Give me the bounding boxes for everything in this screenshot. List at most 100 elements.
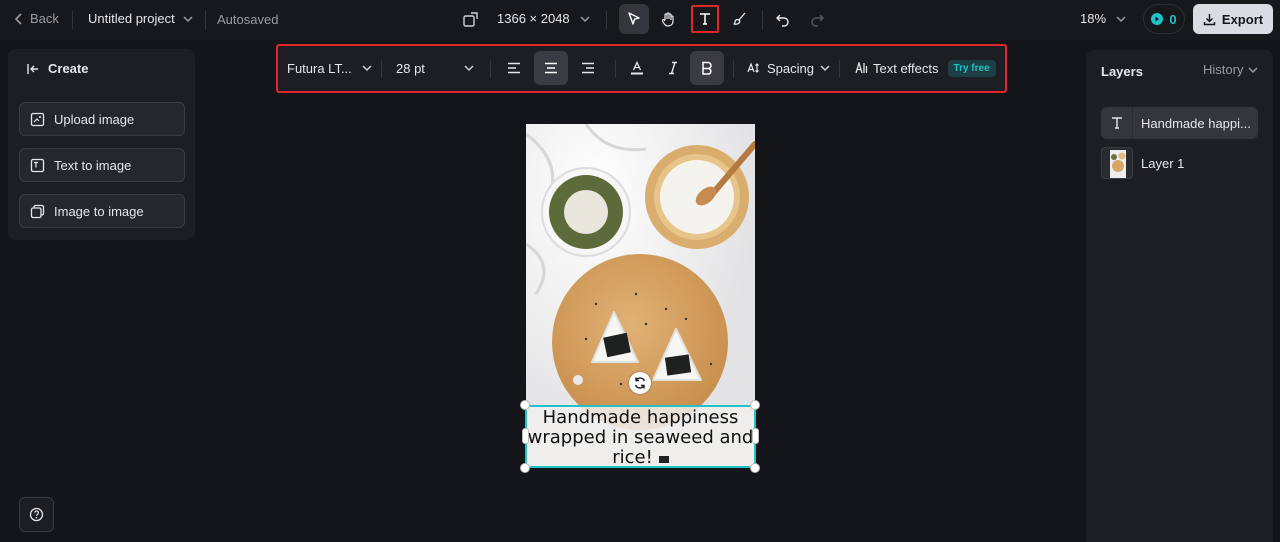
divider (839, 60, 840, 78)
resize-handle-bottom-right[interactable] (750, 463, 760, 473)
resize-handle-bottom-left[interactable] (520, 463, 530, 473)
create-label: Create (48, 61, 89, 76)
divider (733, 60, 734, 78)
divider (490, 60, 491, 78)
divider (381, 60, 382, 78)
history-label: History (1203, 62, 1244, 77)
spacing-label: Spacing (767, 60, 814, 76)
italic-button[interactable] (656, 51, 690, 85)
help-icon (29, 507, 44, 522)
text-effects-icon (855, 62, 868, 74)
bold-button[interactable] (690, 51, 724, 85)
project-name-dropdown[interactable]: Untitled project (88, 11, 193, 26)
align-right-button[interactable] (571, 51, 605, 85)
download-icon (1203, 13, 1216, 26)
layer-item-text[interactable]: Handmade happi... (1101, 107, 1258, 139)
bold-icon (701, 61, 713, 75)
resize-handle-right[interactable] (752, 428, 759, 444)
layers-panel: Layers History Handmade happi... Layer 1 (1086, 50, 1273, 542)
text-to-image-button[interactable]: Text to image (19, 148, 185, 182)
divider (606, 11, 607, 29)
text-color-button[interactable] (620, 51, 654, 85)
chevron-down-icon (183, 15, 193, 23)
credits-button[interactable]: 0 (1143, 4, 1185, 34)
canvas-text-line: wrapped in seaweed and (527, 427, 754, 448)
align-center-button[interactable] (534, 51, 568, 85)
image-to-image-button[interactable]: Image to image (19, 194, 185, 228)
layer-thumbnail (1101, 147, 1133, 179)
project-name: Untitled project (88, 11, 175, 26)
align-right-icon (581, 62, 595, 74)
layers-title: Layers (1101, 64, 1143, 79)
font-size-dropdown[interactable]: 28 pt (396, 50, 474, 86)
align-center-icon (544, 62, 558, 74)
redo-icon (809, 11, 825, 27)
rotate-icon (633, 376, 647, 390)
history-tab[interactable]: History (1203, 62, 1258, 77)
credits-count: 0 (1169, 11, 1177, 27)
upload-image-label: Upload image (54, 111, 135, 127)
canvas-text-line: rice! (612, 447, 653, 468)
align-left-button[interactable] (497, 51, 531, 85)
credits-icon (1151, 13, 1164, 25)
divider (205, 11, 206, 29)
back-label: Back (30, 11, 59, 26)
hand-tool-button[interactable] (653, 4, 683, 34)
onigiri-emoji-icon (658, 453, 669, 463)
zoom-level: 18% (1080, 11, 1107, 26)
upload-image-icon (30, 112, 45, 127)
layer-item-image[interactable]: Layer 1 (1101, 147, 1258, 179)
text-effects-button[interactable]: Text effects Try free (855, 50, 996, 86)
autosave-status: Autosaved (217, 12, 279, 27)
rotate-handle[interactable] (629, 372, 651, 394)
layer-name: Handmade happi... (1141, 115, 1251, 131)
canvas-size: 1366 × 2048 (497, 11, 570, 26)
upload-image-button[interactable]: Upload image (19, 102, 185, 136)
selected-text-box[interactable]: Handmade happiness wrapped in seaweed an… (525, 405, 756, 468)
redo-button[interactable] (802, 4, 832, 34)
chevron-left-icon (14, 12, 24, 25)
resize-handle-left[interactable] (522, 428, 529, 444)
create-panel: Create Upload image Text to image Image … (8, 49, 195, 240)
font-size-value: 28 pt (396, 60, 425, 76)
text-layer-icon (1101, 107, 1133, 139)
text-tool-icon (697, 11, 713, 27)
arrow-left-icon (27, 63, 41, 75)
text-color-icon (630, 61, 644, 75)
canvas-text[interactable]: Handmade happiness wrapped in seaweed an… (527, 408, 754, 468)
hand-icon (660, 11, 676, 27)
chevron-down-icon (1248, 66, 1258, 74)
undo-button[interactable] (768, 4, 798, 34)
text-effects-label: Text effects (873, 60, 939, 76)
font-family-dropdown[interactable]: Futura LT... (287, 50, 372, 86)
italic-icon (667, 61, 679, 75)
chevron-down-icon (820, 64, 830, 72)
canvas-size-dropdown[interactable]: 1366 × 2048 (497, 11, 590, 26)
spacing-dropdown[interactable]: Spacing (747, 50, 830, 86)
create-back-button[interactable]: Create (27, 61, 88, 76)
chevron-down-icon (580, 15, 590, 23)
back-button[interactable]: Back (14, 11, 59, 26)
chevron-down-icon (464, 64, 474, 72)
zoom-dropdown[interactable]: 18% (1080, 11, 1126, 26)
resize-icon[interactable] (462, 10, 480, 28)
image-to-image-label: Image to image (54, 203, 144, 219)
chevron-down-icon (362, 64, 372, 72)
undo-icon (775, 11, 791, 27)
text-toolbar: Futura LT... 28 pt Spacing Text effects … (276, 44, 1007, 93)
brush-icon (732, 11, 748, 27)
help-button[interactable] (19, 497, 54, 532)
try-free-badge: Try free (947, 59, 996, 77)
canvas-text-line: Handmade happiness (542, 407, 739, 428)
align-left-icon (507, 62, 521, 74)
divider (762, 11, 763, 29)
spacing-icon (747, 61, 761, 75)
layer-name: Layer 1 (1141, 155, 1185, 171)
select-tool-button[interactable] (619, 4, 649, 34)
brush-tool-button[interactable] (725, 4, 755, 34)
resize-handle-top-left[interactable] (520, 400, 530, 410)
export-button[interactable]: Export (1193, 4, 1273, 34)
text-tool-button[interactable] (691, 5, 719, 33)
chevron-down-icon (1116, 15, 1126, 23)
resize-handle-top-right[interactable] (750, 400, 760, 410)
